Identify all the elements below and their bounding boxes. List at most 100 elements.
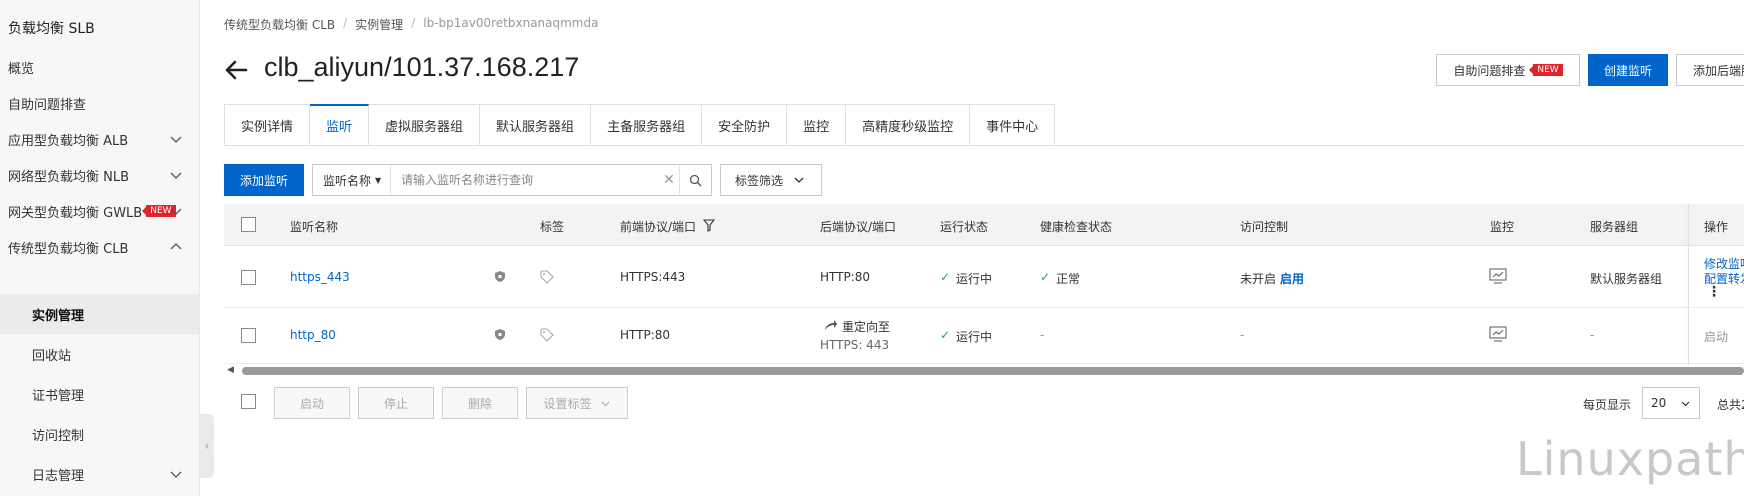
troubleshoot-button[interactable]: 自助问题排查 NEW — [1436, 54, 1580, 86]
per-page-value: 20 — [1651, 396, 1667, 410]
redirect-icon — [825, 320, 837, 330]
bulk-select-checkbox[interactable] — [241, 394, 256, 409]
sidebar-item-instance-management[interactable]: 实例管理 — [0, 294, 199, 334]
per-page-select[interactable]: 20 — [1642, 387, 1700, 419]
sidebar-item-nlb[interactable]: 网络型负载均衡 NLB — [0, 155, 199, 195]
acl-status: 未开启 — [1240, 272, 1277, 286]
sidebar-item-label: 网关型负载均衡 GWLB — [8, 205, 143, 221]
filter-icon[interactable] — [703, 219, 715, 232]
chevron-down-icon — [601, 401, 609, 406]
shield-icon[interactable] — [494, 270, 506, 283]
run-status: 运行中 — [956, 330, 993, 344]
more-actions-icon[interactable]: ⋮ — [1707, 284, 1721, 300]
caret-down-icon: ▼ — [375, 175, 382, 185]
row-checkbox[interactable] — [241, 328, 256, 343]
tag-icon[interactable] — [540, 270, 554, 284]
column-header-health: 健康检查状态 — [1040, 220, 1113, 234]
back-arrow-icon[interactable] — [222, 56, 250, 84]
search-box: 监听名称 ▼ ✕ — [312, 164, 712, 196]
frontend-port: HTTPS:443 — [620, 270, 686, 284]
tag-filter-label: 标签筛选 — [735, 173, 784, 188]
tabs-divider — [224, 145, 1744, 146]
sidebar-item-logs[interactable]: 日志管理 — [0, 454, 199, 494]
sidebar: 负载均衡 SLB 概览 自助问题排查 应用型负载均衡 ALB 网络型负载均衡 N… — [0, 0, 200, 496]
sidebar-item-access-control[interactable]: 访问控制 — [0, 414, 199, 454]
search-field-select[interactable]: 监听名称 ▼ — [313, 165, 391, 195]
sidebar-item-certificates[interactable]: 证书管理 — [0, 374, 199, 414]
column-header-acl: 访问控制 — [1240, 220, 1289, 234]
breadcrumb-current: lb-bp1av00retbxnanaqmmda — [423, 16, 599, 30]
sidebar-title: 负载均衡 SLB — [8, 21, 95, 37]
add-listener-button[interactable]: 添加监听 — [224, 164, 304, 196]
sidebar-item-troubleshoot[interactable]: 自助问题排查 — [0, 83, 199, 123]
sidebar-item-label: 应用型负载均衡 ALB — [8, 133, 129, 149]
sidebar-item-alb[interactable]: 应用型负载均衡 ALB — [0, 119, 199, 159]
horizontal-scrollbar[interactable] — [242, 367, 1744, 375]
listener-name-link[interactable]: https_443 — [290, 270, 350, 284]
bulk-stop-button[interactable]: 停止 — [358, 387, 434, 419]
tab-high-precision-monitoring[interactable]: 高精度秒级监控 — [846, 104, 971, 146]
listener-name-link[interactable]: http_80 — [290, 328, 336, 342]
bulk-start-button[interactable]: 启动 — [274, 387, 350, 419]
sidebar-item-overview[interactable]: 概览 — [0, 47, 199, 87]
column-header-server-group: 服务器组 — [1590, 220, 1639, 234]
add-backend-button[interactable]: 添加后端服 — [1676, 54, 1744, 86]
run-status: 运行中 — [956, 272, 993, 286]
breadcrumb-item[interactable]: 实例管理 — [355, 16, 403, 33]
start-listener-link[interactable]: 启动 — [1704, 328, 1728, 345]
tab-listeners[interactable]: 监听 — [310, 104, 370, 146]
sidebar-item-label: 回收站 — [32, 348, 72, 364]
new-badge: NEW — [1529, 64, 1563, 76]
column-header-name: 监听名称 — [290, 220, 339, 234]
tab-master-slave-group[interactable]: 主备服务器组 — [591, 104, 703, 146]
shield-icon[interactable] — [494, 328, 506, 341]
sidebar-item-label: 日志管理 — [32, 468, 85, 484]
check-icon: ✓ — [940, 270, 951, 284]
clear-icon[interactable]: ✕ — [659, 172, 679, 188]
tag-icon[interactable] — [540, 328, 554, 342]
monitor-icon[interactable] — [1489, 326, 1507, 342]
tab-default-server-group[interactable]: 默认服务器组 — [480, 104, 592, 146]
chevron-down-icon — [170, 471, 182, 478]
column-header-frontend: 前端协议/端口 — [620, 220, 697, 234]
tab-event-center[interactable]: 事件中心 — [970, 104, 1056, 146]
table-row: https_443 HTTPS:443 HTTP:80 ✓ 运行中 ✓ 正常 未… — [224, 246, 1744, 308]
search-field-label: 监听名称 — [323, 173, 372, 188]
server-group: - — [1590, 328, 1595, 342]
backend-port: HTTP:80 — [820, 270, 871, 284]
bulk-delete-button[interactable]: 删除 — [442, 387, 518, 419]
chevron-down-icon — [794, 177, 804, 183]
per-page-label: 每页显示 — [1583, 398, 1632, 412]
search-input[interactable] — [391, 165, 659, 195]
troubleshoot-label: 自助问题排查 — [1453, 63, 1526, 78]
sidebar-item-clb[interactable]: 传统型负载均衡 CLB — [0, 227, 199, 267]
tag-filter-dropdown[interactable]: 标签筛选 — [720, 164, 822, 196]
select-all-checkbox[interactable] — [241, 217, 256, 232]
sidebar-item-label: 实例管理 — [32, 308, 85, 324]
breadcrumb-item[interactable]: 传统型负载均衡 CLB — [224, 16, 335, 33]
tab-security[interactable]: 安全防护 — [702, 104, 788, 146]
tab-instance-details[interactable]: 实例详情 — [224, 104, 311, 146]
search-button[interactable] — [679, 165, 711, 195]
check-icon: ✓ — [1040, 270, 1051, 284]
sidebar-item-recycle-bin[interactable]: 回收站 — [0, 334, 199, 374]
check-icon: ✓ — [940, 328, 951, 342]
monitor-icon[interactable] — [1489, 268, 1507, 284]
chevron-down-icon — [170, 208, 182, 215]
sidebar-item-gwlb[interactable]: 网关型负载均衡 GWLB NEW — [0, 191, 199, 231]
row-checkbox[interactable] — [241, 270, 256, 285]
sidebar-collapse-handle[interactable]: ‹ — [200, 414, 214, 478]
frontend-port: HTTP:80 — [620, 328, 671, 342]
sidebar-item-label: 传统型负载均衡 CLB — [8, 241, 129, 257]
breadcrumb: 传统型负载均衡 CLB / 实例管理 / lb-bp1av00retbxnana… — [224, 16, 598, 33]
health-status: 正常 — [1056, 272, 1081, 286]
create-listener-button[interactable]: 创建监听 — [1588, 54, 1668, 86]
tab-vserver-groups[interactable]: 虚拟服务器组 — [369, 104, 481, 146]
tab-monitoring[interactable]: 监控 — [787, 104, 847, 146]
sidebar-item-label: 网络型负载均衡 NLB — [8, 169, 130, 185]
scroll-left-icon[interactable]: ◀ — [227, 365, 234, 375]
table-header: 监听名称 标签 前端协议/端口 后端协议/端口 运行状态 健康检查状态 访问控制… — [224, 204, 1744, 246]
bulk-set-tags-button[interactable]: 设置标签 — [526, 387, 628, 419]
sidebar-item-label: 访问控制 — [32, 428, 85, 444]
enable-acl-link[interactable]: 启用 — [1280, 270, 1304, 287]
